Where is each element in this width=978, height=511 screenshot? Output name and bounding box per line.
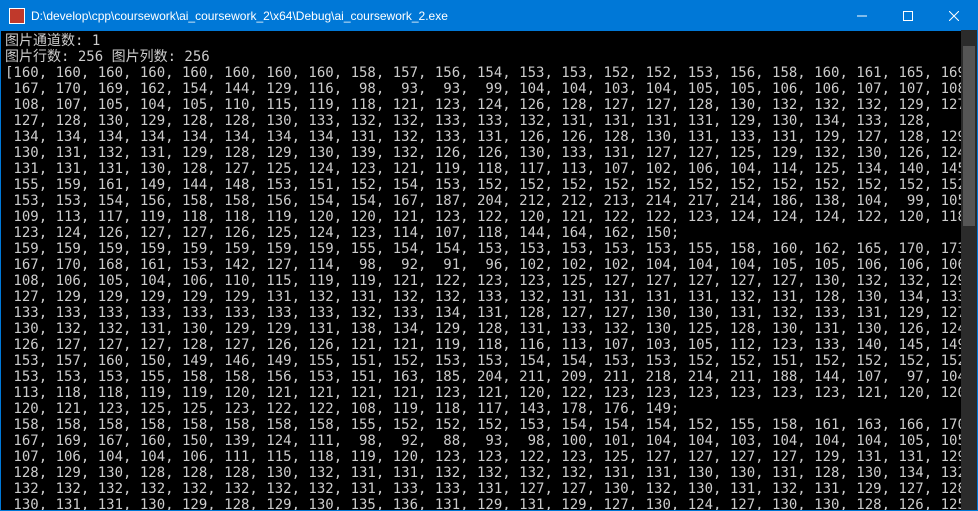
window-titlebar: D:\develop\cpp\coursework\ai_coursework_… (1, 1, 977, 31)
window-title: D:\develop\cpp\coursework\ai_coursework_… (31, 9, 839, 23)
scrollbar-thumb[interactable] (963, 46, 975, 226)
console-output: 图片通道数: 1 图片行数: 256 图片列数: 256 [160, 160, … (1, 31, 977, 510)
close-button[interactable] (931, 1, 977, 31)
window-controls (839, 1, 977, 31)
maximize-button[interactable] (885, 1, 931, 31)
app-icon (9, 8, 25, 24)
vertical-scrollbar[interactable] (961, 30, 977, 510)
minimize-button[interactable] (839, 1, 885, 31)
